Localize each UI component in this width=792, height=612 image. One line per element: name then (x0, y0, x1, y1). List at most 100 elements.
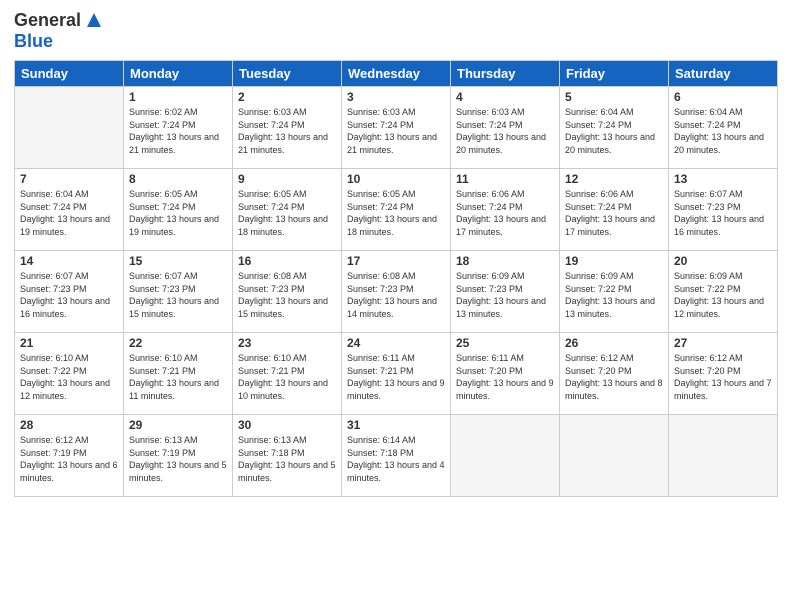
calendar-cell: 16 Sunrise: 6:08 AMSunset: 7:23 PMDaylig… (233, 251, 342, 333)
calendar-cell: 11 Sunrise: 6:06 AMSunset: 7:24 PMDaylig… (451, 169, 560, 251)
day-number: 29 (129, 418, 227, 432)
day-info: Sunrise: 6:03 AMSunset: 7:24 PMDaylight:… (456, 106, 554, 156)
week-row-3: 14 Sunrise: 6:07 AMSunset: 7:23 PMDaylig… (15, 251, 778, 333)
calendar-cell: 4 Sunrise: 6:03 AMSunset: 7:24 PMDayligh… (451, 87, 560, 169)
day-info: Sunrise: 6:10 AMSunset: 7:21 PMDaylight:… (129, 352, 227, 402)
day-number: 16 (238, 254, 336, 268)
day-info: Sunrise: 6:03 AMSunset: 7:24 PMDaylight:… (347, 106, 445, 156)
calendar-cell: 18 Sunrise: 6:09 AMSunset: 7:23 PMDaylig… (451, 251, 560, 333)
day-number: 8 (129, 172, 227, 186)
calendar-cell (669, 415, 778, 497)
day-number: 14 (20, 254, 118, 268)
day-number: 31 (347, 418, 445, 432)
calendar-cell: 20 Sunrise: 6:09 AMSunset: 7:22 PMDaylig… (669, 251, 778, 333)
header: General Blue (14, 10, 778, 52)
calendar-cell: 17 Sunrise: 6:08 AMSunset: 7:23 PMDaylig… (342, 251, 451, 333)
day-number: 23 (238, 336, 336, 350)
day-number: 19 (565, 254, 663, 268)
calendar-cell: 30 Sunrise: 6:13 AMSunset: 7:18 PMDaylig… (233, 415, 342, 497)
day-number: 22 (129, 336, 227, 350)
day-header-wednesday: Wednesday (342, 61, 451, 87)
logo-blue-text: Blue (14, 31, 53, 51)
day-number: 2 (238, 90, 336, 104)
day-number: 27 (674, 336, 772, 350)
day-info: Sunrise: 6:13 AMSunset: 7:19 PMDaylight:… (129, 434, 227, 484)
calendar-cell: 19 Sunrise: 6:09 AMSunset: 7:22 PMDaylig… (560, 251, 669, 333)
week-row-4: 21 Sunrise: 6:10 AMSunset: 7:22 PMDaylig… (15, 333, 778, 415)
day-info: Sunrise: 6:06 AMSunset: 7:24 PMDaylight:… (565, 188, 663, 238)
day-info: Sunrise: 6:12 AMSunset: 7:20 PMDaylight:… (565, 352, 663, 402)
calendar-cell: 13 Sunrise: 6:07 AMSunset: 7:23 PMDaylig… (669, 169, 778, 251)
calendar-cell (560, 415, 669, 497)
calendar-cell (15, 87, 124, 169)
day-info: Sunrise: 6:09 AMSunset: 7:22 PMDaylight:… (674, 270, 772, 320)
day-info: Sunrise: 6:05 AMSunset: 7:24 PMDaylight:… (238, 188, 336, 238)
day-header-thursday: Thursday (451, 61, 560, 87)
calendar-cell: 7 Sunrise: 6:04 AMSunset: 7:24 PMDayligh… (15, 169, 124, 251)
day-number: 17 (347, 254, 445, 268)
day-info: Sunrise: 6:09 AMSunset: 7:23 PMDaylight:… (456, 270, 554, 320)
day-header-sunday: Sunday (15, 61, 124, 87)
day-number: 12 (565, 172, 663, 186)
day-number: 5 (565, 90, 663, 104)
day-number: 18 (456, 254, 554, 268)
week-row-2: 7 Sunrise: 6:04 AMSunset: 7:24 PMDayligh… (15, 169, 778, 251)
day-number: 25 (456, 336, 554, 350)
day-info: Sunrise: 6:06 AMSunset: 7:24 PMDaylight:… (456, 188, 554, 238)
day-info: Sunrise: 6:08 AMSunset: 7:23 PMDaylight:… (238, 270, 336, 320)
calendar-cell: 9 Sunrise: 6:05 AMSunset: 7:24 PMDayligh… (233, 169, 342, 251)
calendar-cell: 22 Sunrise: 6:10 AMSunset: 7:21 PMDaylig… (124, 333, 233, 415)
calendar-cell: 27 Sunrise: 6:12 AMSunset: 7:20 PMDaylig… (669, 333, 778, 415)
week-row-1: 1 Sunrise: 6:02 AMSunset: 7:24 PMDayligh… (15, 87, 778, 169)
day-header-tuesday: Tuesday (233, 61, 342, 87)
calendar-cell: 2 Sunrise: 6:03 AMSunset: 7:24 PMDayligh… (233, 87, 342, 169)
day-info: Sunrise: 6:08 AMSunset: 7:23 PMDaylight:… (347, 270, 445, 320)
day-number: 26 (565, 336, 663, 350)
day-number: 9 (238, 172, 336, 186)
day-number: 11 (456, 172, 554, 186)
calendar-cell: 25 Sunrise: 6:11 AMSunset: 7:20 PMDaylig… (451, 333, 560, 415)
day-number: 13 (674, 172, 772, 186)
day-info: Sunrise: 6:10 AMSunset: 7:22 PMDaylight:… (20, 352, 118, 402)
day-number: 21 (20, 336, 118, 350)
day-number: 10 (347, 172, 445, 186)
day-info: Sunrise: 6:13 AMSunset: 7:18 PMDaylight:… (238, 434, 336, 484)
calendar-cell: 23 Sunrise: 6:10 AMSunset: 7:21 PMDaylig… (233, 333, 342, 415)
day-number: 30 (238, 418, 336, 432)
day-number: 7 (20, 172, 118, 186)
calendar-cell: 24 Sunrise: 6:11 AMSunset: 7:21 PMDaylig… (342, 333, 451, 415)
day-info: Sunrise: 6:02 AMSunset: 7:24 PMDaylight:… (129, 106, 227, 156)
day-number: 28 (20, 418, 118, 432)
day-number: 24 (347, 336, 445, 350)
logo: General Blue (14, 10, 105, 52)
day-info: Sunrise: 6:12 AMSunset: 7:20 PMDaylight:… (674, 352, 772, 402)
day-info: Sunrise: 6:14 AMSunset: 7:18 PMDaylight:… (347, 434, 445, 484)
calendar-header-row: SundayMondayTuesdayWednesdayThursdayFrid… (15, 61, 778, 87)
day-info: Sunrise: 6:07 AMSunset: 7:23 PMDaylight:… (674, 188, 772, 238)
calendar-table: SundayMondayTuesdayWednesdayThursdayFrid… (14, 60, 778, 497)
day-number: 1 (129, 90, 227, 104)
calendar-cell (451, 415, 560, 497)
day-info: Sunrise: 6:07 AMSunset: 7:23 PMDaylight:… (129, 270, 227, 320)
calendar-cell: 8 Sunrise: 6:05 AMSunset: 7:24 PMDayligh… (124, 169, 233, 251)
day-info: Sunrise: 6:05 AMSunset: 7:24 PMDaylight:… (347, 188, 445, 238)
calendar-cell: 5 Sunrise: 6:04 AMSunset: 7:24 PMDayligh… (560, 87, 669, 169)
day-header-friday: Friday (560, 61, 669, 87)
day-number: 20 (674, 254, 772, 268)
day-number: 4 (456, 90, 554, 104)
week-row-5: 28 Sunrise: 6:12 AMSunset: 7:19 PMDaylig… (15, 415, 778, 497)
day-info: Sunrise: 6:07 AMSunset: 7:23 PMDaylight:… (20, 270, 118, 320)
logo-general-text: General (14, 10, 81, 31)
day-info: Sunrise: 6:12 AMSunset: 7:19 PMDaylight:… (20, 434, 118, 484)
day-info: Sunrise: 6:11 AMSunset: 7:20 PMDaylight:… (456, 352, 554, 402)
calendar-cell: 14 Sunrise: 6:07 AMSunset: 7:23 PMDaylig… (15, 251, 124, 333)
day-number: 3 (347, 90, 445, 104)
day-number: 6 (674, 90, 772, 104)
day-info: Sunrise: 6:10 AMSunset: 7:21 PMDaylight:… (238, 352, 336, 402)
logo-icon (83, 9, 105, 31)
day-info: Sunrise: 6:03 AMSunset: 7:24 PMDaylight:… (238, 106, 336, 156)
day-header-monday: Monday (124, 61, 233, 87)
calendar-cell: 28 Sunrise: 6:12 AMSunset: 7:19 PMDaylig… (15, 415, 124, 497)
calendar-cell: 21 Sunrise: 6:10 AMSunset: 7:22 PMDaylig… (15, 333, 124, 415)
calendar-cell: 31 Sunrise: 6:14 AMSunset: 7:18 PMDaylig… (342, 415, 451, 497)
